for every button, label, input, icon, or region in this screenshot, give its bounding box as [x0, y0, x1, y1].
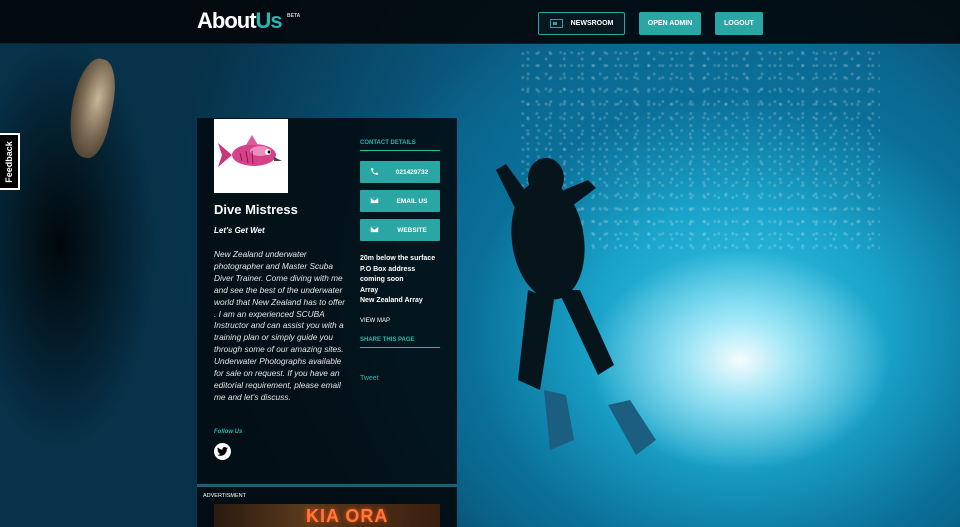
- logo-about-text: About: [197, 8, 257, 33]
- logout-button[interactable]: LOGOUT: [715, 12, 763, 35]
- newsroom-button[interactable]: NEWSROOM: [538, 12, 625, 35]
- advertisement-image[interactable]: KIA ORA: [214, 504, 440, 527]
- envelope-icon: [370, 226, 379, 233]
- website-button[interactable]: WEBSITE: [360, 219, 440, 241]
- share-page-heading: SHARE THIS PAGE: [360, 337, 440, 348]
- address-line-2: Array: [360, 286, 379, 294]
- envelope-icon: [370, 197, 379, 204]
- phone-number: 021429732: [395, 168, 429, 176]
- contact-details-heading: CONTACT DETAILS: [360, 140, 440, 151]
- profile-description: New Zealand underwater photographer and …: [214, 249, 345, 402]
- profile-tagline: Let's Get Wet: [214, 226, 265, 235]
- phone-button[interactable]: 021429732: [360, 161, 440, 183]
- follow-us-label: Follow Us: [214, 429, 243, 435]
- twitter-follow-button[interactable]: [214, 443, 231, 460]
- profile-card: Dive Mistress Let's Get Wet New Zealand …: [197, 118, 457, 485]
- contact-address: 20m below the surface P.O Box address co…: [360, 254, 440, 307]
- view-map-link[interactable]: VIEW MAP: [360, 318, 390, 324]
- feedback-tab[interactable]: Feedback: [0, 133, 20, 190]
- advertisement-image-text: KIA ORA: [306, 506, 389, 526]
- newspaper-icon: [549, 19, 563, 28]
- advertisement-label: ADVERTISMENT: [203, 493, 246, 499]
- email-us-label: EMAIL US: [396, 197, 428, 205]
- profile-name: Dive Mistress: [214, 202, 298, 217]
- profile-avatar: [214, 119, 288, 193]
- top-navigation-bar: AboutUs BETA NEWSROOM OPEN ADMIN LOGOUT: [0, 0, 960, 44]
- phone-icon: [371, 168, 378, 175]
- tweet-link[interactable]: Tweet: [360, 375, 379, 382]
- address-line-3: New Zealand Array: [360, 297, 423, 304]
- beta-badge: BETA: [287, 13, 301, 19]
- newsroom-label: NEWSROOM: [570, 20, 614, 27]
- address-line-1: 20m below the surface P.O Box address co…: [360, 255, 436, 283]
- email-us-button[interactable]: EMAIL US: [360, 190, 440, 212]
- website-label: WEBSITE: [397, 226, 427, 234]
- advertisement-panel: ADVERTISMENT KIA ORA: [197, 487, 457, 527]
- open-admin-button[interactable]: OPEN ADMIN: [639, 12, 701, 35]
- diver-silhouette: [496, 158, 656, 455]
- logo-us-text: Us: [255, 8, 283, 33]
- twitter-bird-icon: [217, 447, 228, 456]
- aboutus-logo[interactable]: AboutUs BETA: [197, 8, 300, 34]
- fish-avatar-icon: [218, 135, 282, 167]
- feedback-label: Feedback: [4, 140, 14, 183]
